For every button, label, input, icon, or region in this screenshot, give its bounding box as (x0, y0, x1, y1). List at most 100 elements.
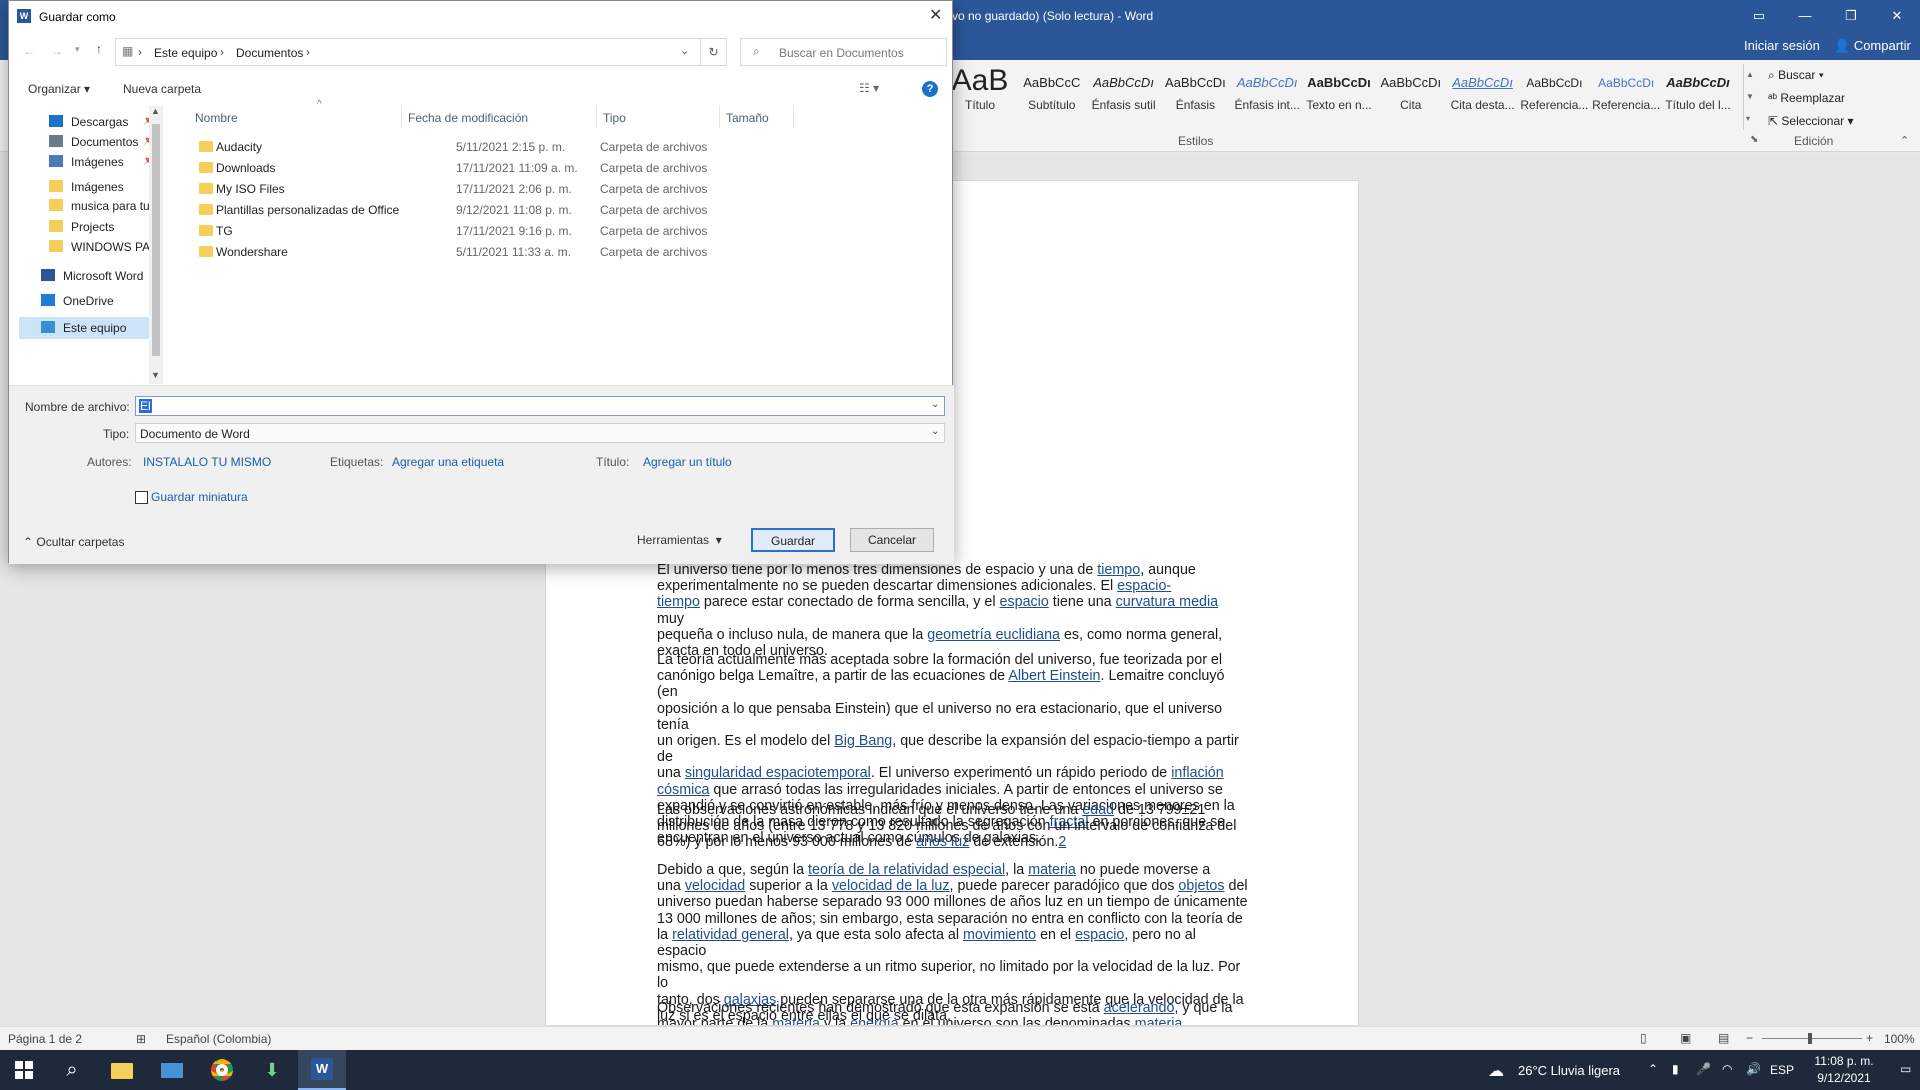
nav-item[interactable]: musica para tuto (19, 195, 159, 217)
hyperlink[interactable]: singularidad espaciotemporal (685, 765, 871, 781)
nav-item[interactable]: Microsoft Word (19, 265, 159, 287)
hyperlink[interactable]: movimiento (963, 927, 1036, 943)
zoom-out-icon[interactable]: − (1746, 1031, 1753, 1045)
hyperlink[interactable]: energía (850, 1016, 899, 1025)
print-layout-icon[interactable]: ▣ (1680, 1031, 1691, 1045)
hyperlink[interactable]: teoría de la relatividad especial (808, 862, 1005, 878)
style-item[interactable]: AaBbCcC Subtítulo (1016, 66, 1088, 126)
hyperlink[interactable]: Albert Einstein (1008, 668, 1100, 684)
title-value[interactable]: Agregar un título (643, 455, 732, 469)
scroll-thumb[interactable] (152, 124, 160, 356)
file-row[interactable]: Plantillas personalizadas de Office 9/12/… (169, 199, 769, 220)
style-item[interactable]: AaB Título (944, 66, 1016, 126)
volume-icon[interactable]: 🔊 (1746, 1062, 1761, 1076)
nav-scrollbar[interactable]: ▲ ▼ (149, 106, 163, 384)
language-status[interactable]: Español (Colombia) (166, 1032, 271, 1046)
thumbnail-label[interactable]: Guardar miniatura (151, 490, 248, 504)
notifications-icon[interactable]: ▭ (1900, 1062, 1911, 1076)
hyperlink[interactable]: edad (1082, 802, 1114, 818)
column-divider[interactable] (401, 106, 402, 128)
thumbnail-checkbox[interactable] (135, 491, 148, 504)
hyperlink[interactable]: velocidad de la luz (832, 878, 950, 894)
sign-in-link[interactable]: Iniciar sesión (1744, 38, 1820, 53)
word-taskbar-button[interactable]: W (298, 1050, 346, 1090)
nav-item[interactable]: OneDrive (19, 290, 159, 312)
refresh-button[interactable]: ↻ (701, 38, 727, 66)
nav-item[interactable]: Projects (19, 216, 159, 238)
back-icon[interactable]: ← (23, 44, 35, 58)
zoom-slider[interactable] (1762, 1033, 1862, 1044)
filename-input[interactable]: El ⌄ (135, 396, 945, 416)
authors-value[interactable]: INSTALALO TU MISMO (143, 455, 271, 469)
hyperlink[interactable]: tiempo (1097, 562, 1140, 578)
nav-item[interactable]: Imágenes📌 (19, 151, 159, 173)
hyperlink[interactable]: materia (1028, 862, 1076, 878)
column-divider[interactable] (596, 106, 597, 128)
hyperlink[interactable]: geometría euclidiana (927, 627, 1060, 643)
hyperlink[interactable]: velocidad (685, 878, 745, 894)
collapse-ribbon-icon[interactable]: ⌃ (1900, 134, 1909, 147)
nav-item[interactable]: Documentos📌 (19, 131, 159, 153)
help-icon[interactable]: ? (922, 81, 938, 97)
cancel-button[interactable]: Cancelar (850, 528, 934, 552)
file-row[interactable]: Audacity 5/11/2021 2:15 p. m. Carpeta de a… (169, 136, 769, 157)
web-layout-icon[interactable]: ▤ (1718, 1031, 1729, 1045)
restore-button[interactable]: ❐ (1828, 0, 1874, 32)
weather-text[interactable]: 26°C Lluvia ligera (1518, 1063, 1620, 1078)
share-button[interactable]: 👤 Compartir (1830, 38, 1911, 54)
clock-time[interactable]: 11:08 p. m. (1804, 1054, 1884, 1068)
file-type-select[interactable]: Documento de Word ⌄ (135, 423, 945, 443)
tags-value[interactable]: Agregar una etiqueta (392, 455, 504, 469)
up-icon[interactable]: ↑ (96, 42, 102, 56)
breadcrumb-documentos[interactable]: Documentos (236, 46, 303, 60)
column-size[interactable]: Tamaño (726, 111, 769, 125)
style-item[interactable]: AaBbCcDı Referencia... (1590, 66, 1662, 126)
proofing-icon[interactable]: ⊞ (136, 1032, 146, 1046)
view-options-icon[interactable]: ☷ ▾ (859, 81, 879, 95)
find-button[interactable]: ⌕ Buscar ▾ (1768, 64, 1878, 87)
microphone-icon[interactable]: 🎤 (1696, 1062, 1711, 1076)
hyperlink[interactable]: relatividad general (672, 927, 789, 943)
hyperlink[interactable]: objetos (1178, 878, 1224, 894)
file-row[interactable]: TG 17/11/2021 9:16 p. m. Carpeta de archiv… (169, 220, 769, 241)
select-button[interactable]: ⇱ Seleccionar ▾ (1768, 110, 1878, 133)
bluetooth-icon[interactable]: ▮ (1672, 1062, 1679, 1076)
zoom-in-icon[interactable]: + (1866, 1031, 1873, 1045)
installer-button[interactable]: ⬇ (248, 1050, 296, 1090)
column-divider[interactable] (793, 106, 794, 128)
read-mode-icon[interactable]: ▯ (1640, 1031, 1647, 1045)
hyperlink[interactable]: espacio (1075, 927, 1124, 943)
chevron-down-icon[interactable]: ⌄ (680, 44, 689, 57)
gallery-scroll[interactable]: ▲ ▼ ▾ (1743, 64, 1755, 130)
hyperlink[interactable]: espacio (1000, 594, 1049, 610)
page-count[interactable]: Página 1 de 2 (8, 1032, 82, 1046)
chevron-down-icon[interactable]: ⌄ (931, 399, 939, 410)
scroll-up-icon[interactable]: ▲ (151, 106, 160, 116)
hyperlink[interactable]: Big Bang (834, 733, 892, 749)
chevron-up-icon[interactable]: ⌃ (1648, 1062, 1658, 1076)
search-box[interactable]: ⌕ Buscar en Documentos (740, 38, 947, 66)
address-bar[interactable]: ▦ › Este equipo › Documentos › ⌄ (115, 38, 701, 66)
nav-item[interactable]: WINDOWS PARA (19, 236, 159, 258)
hyperlink[interactable]: acelerando (1104, 1000, 1175, 1016)
style-item[interactable]: AaBbCcDı Texto en n... (1303, 66, 1375, 126)
mail-button[interactable] (148, 1050, 196, 1090)
style-item[interactable]: AaBbCcDı Referencia... (1518, 66, 1590, 126)
close-dialog-button[interactable]: ✕ (929, 5, 942, 25)
network-icon[interactable]: ◠ (1722, 1062, 1732, 1076)
recent-locations-icon[interactable]: ▾ (75, 44, 80, 55)
ribbon-display-icon[interactable]: ▭ (1736, 0, 1782, 32)
column-name[interactable]: Nombre (195, 111, 238, 125)
breadcrumb-este-equipo[interactable]: Este equipo (154, 46, 217, 60)
hyperlink[interactable]: curvatura media (1116, 594, 1219, 610)
zoom-level[interactable]: 100% (1884, 1032, 1915, 1046)
hyperlink[interactable]: materia (1135, 1016, 1183, 1025)
scroll-down-icon[interactable]: ▼ (151, 370, 160, 380)
replace-button[interactable]: ᵃᵇ Reemplazar (1768, 87, 1878, 110)
hyperlink[interactable]: años luz (916, 834, 969, 850)
tools-menu[interactable]: Herramientas ▾ (637, 533, 722, 547)
nav-item[interactable]: Descargas📌 (19, 111, 159, 133)
search-taskbar-button[interactable]: ⌕ (48, 1050, 96, 1090)
forward-icon[interactable]: → (51, 44, 63, 58)
style-item[interactable]: AaBbCcDı Cita desta... (1447, 66, 1519, 126)
